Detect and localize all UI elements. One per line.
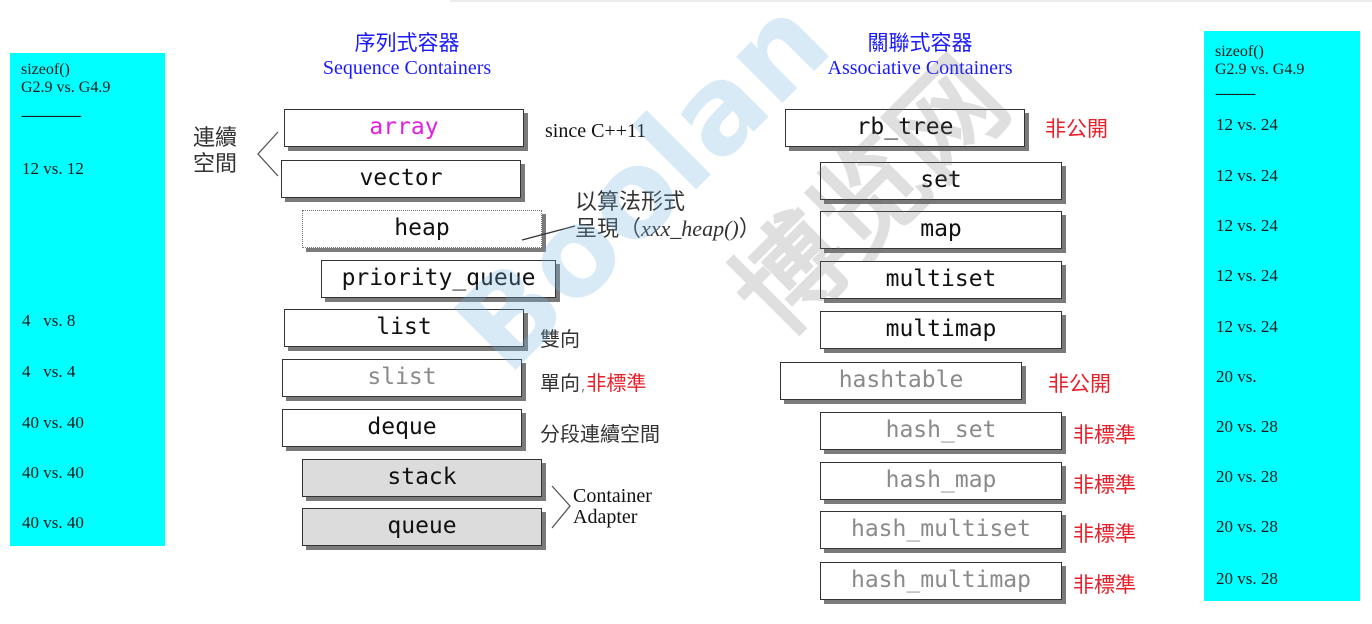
slist-note: 單向,非標準 [540,371,646,395]
array-note: since C++11 [545,120,647,142]
sizeof-value-hash-multimap: 20 vs. 28 [1216,569,1278,588]
rb-tree-private-badge: 非公開 [1045,117,1108,141]
hash-multimap-nonstandard-badge: 非標準 [1073,573,1136,597]
contiguous-brace-icon [257,131,279,177]
heap-note-line1: 以算法形式 [575,190,686,215]
container-hash-multimap[interactable]: hash_multimap [820,562,1062,600]
sizeof-panel-sequence: sizeof() G2.9 vs. G4.9 --------------- 1… [10,53,165,546]
container-hash-map[interactable]: hash_map [820,462,1062,500]
adapter-label-line2: Adapter [573,506,638,528]
sizeof-value-stack: 40 vs. 40 [22,463,84,482]
container-hashtable[interactable]: hashtable [780,362,1022,400]
sizeof-header: sizeof() [21,61,70,78]
container-multimap[interactable]: multimap [820,311,1062,349]
adapter-label-line1: Container [573,485,652,507]
sizeof-value-hash-map: 20 vs. 28 [1216,467,1278,486]
container-hash-multiset[interactable]: hash_multiset [820,511,1062,549]
sizeof-value-hash-multiset: 20 vs. 28 [1216,517,1278,536]
contiguous-space-label: 連續 空間 [193,126,237,178]
sizeof-divider: ---------- [1215,86,1256,102]
container-multiset[interactable]: multiset [820,261,1062,299]
heap-pointer-line [521,225,576,241]
sizeof-value-vector: 12 vs. 12 [22,159,84,178]
heap-note-line2: 呈現（xxx_heap()） [575,216,761,243]
sequence-containers-title: 序列式容器 Sequence Containers [282,30,532,80]
sizeof-header: sizeof() [1215,43,1264,60]
container-array[interactable]: array [284,109,524,147]
list-note: 雙向 [540,327,580,351]
sizeof-value-rb-tree: 12 vs. 24 [1216,115,1278,134]
hash-set-nonstandard-badge: 非標準 [1073,423,1136,447]
sizeof-value-deque: 40 vs. 40 [22,413,84,432]
container-stack[interactable]: stack [302,459,542,497]
sizeof-value-queue: 40 vs. 40 [22,513,84,532]
associative-title-en: Associative Containers [827,57,1013,79]
slist-note-text: 單向, [540,371,587,395]
container-slist[interactable]: slist [282,359,522,397]
sizeof-value-set: 12 vs. 24 [1216,166,1278,185]
sizeof-header-versions: G2.9 vs. G4.9 [21,79,111,96]
sequence-title-zh: 序列式容器 [354,31,460,55]
sizeof-divider: --------------- [21,108,82,124]
sequence-title-en: Sequence Containers [322,57,492,79]
top-divider-line [450,0,1372,2]
hashtable-private-badge: 非公開 [1048,372,1111,396]
slist-nonstandard-badge: 非標準 [586,371,647,395]
sizeof-value-multiset: 12 vs. 24 [1216,266,1278,285]
contiguous-label-line2: 空間 [193,152,238,177]
container-adapter-label: Container Adapter [573,486,652,528]
container-deque[interactable]: deque [282,409,522,447]
associative-title-zh: 關聯式容器 [867,31,973,55]
container-priority-queue[interactable]: priority_queue [321,260,556,298]
container-heap[interactable]: heap [302,210,542,248]
heap-note-function: xxx_heap() [641,216,739,241]
sizeof-value-multimap: 12 vs. 24 [1216,317,1278,336]
hash-map-nonstandard-badge: 非標準 [1073,473,1136,497]
sizeof-value-slist: 4 vs. 4 [22,362,76,381]
sizeof-value-hash-set: 20 vs. 28 [1216,417,1278,436]
contiguous-label-line1: 連續 [193,126,238,151]
deque-note: 分段連續空間 [540,422,660,446]
container-queue[interactable]: queue [302,508,542,546]
sizeof-value-map: 12 vs. 24 [1216,216,1278,235]
container-map[interactable]: map [820,211,1062,249]
container-hash-set[interactable]: hash_set [820,412,1062,450]
heap-note-suffix: ） [738,217,761,242]
heap-note-prefix: 呈現（ [575,217,642,242]
sizeof-panel-associative: sizeof() G2.9 vs. G4.9 ---------- 12 vs.… [1204,31,1360,601]
sizeof-value-hashtable: 20 vs. [1216,367,1257,386]
container-set[interactable]: set [820,162,1062,200]
associative-containers-title: 關聯式容器 Associative Containers [785,30,1055,80]
sizeof-value-list: 4 vs. 8 [22,311,76,330]
sizeof-header-versions: G2.9 vs. G4.9 [1215,61,1305,78]
container-vector[interactable]: vector [281,160,521,198]
heap-note: 以算法形式 呈現（xxx_heap()） [575,190,761,243]
container-rb-tree[interactable]: rb_tree [785,109,1025,147]
container-list[interactable]: list [284,309,524,347]
hash-multiset-nonstandard-badge: 非標準 [1073,522,1136,546]
